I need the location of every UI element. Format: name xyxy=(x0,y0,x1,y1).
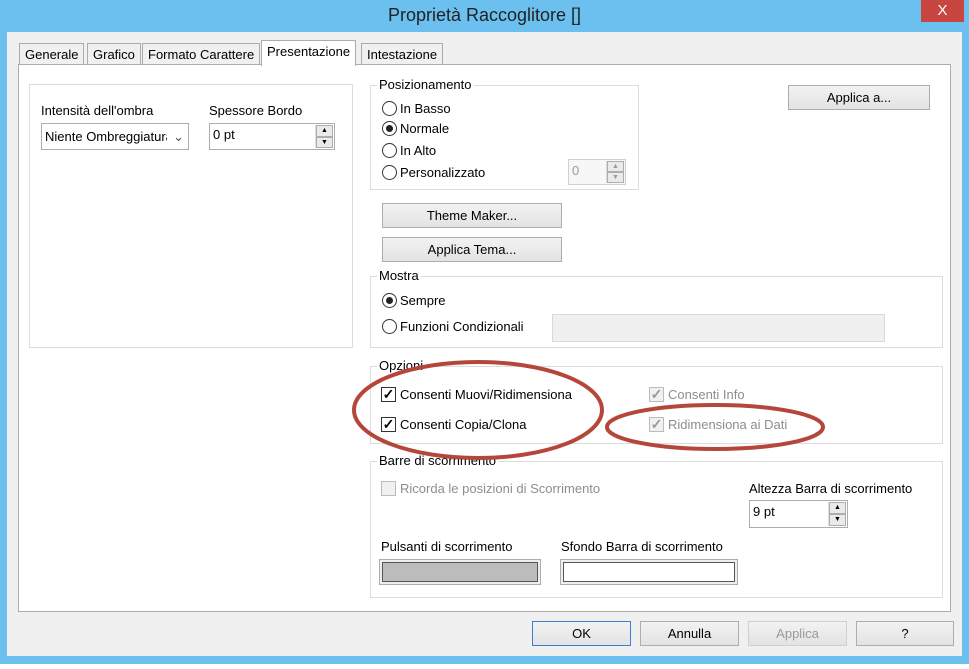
tab-presentazione[interactable]: Presentazione xyxy=(261,40,357,66)
annotation-ellipse xyxy=(605,403,825,451)
annotation-ellipse xyxy=(352,360,604,460)
annotation-overlay xyxy=(352,360,825,460)
